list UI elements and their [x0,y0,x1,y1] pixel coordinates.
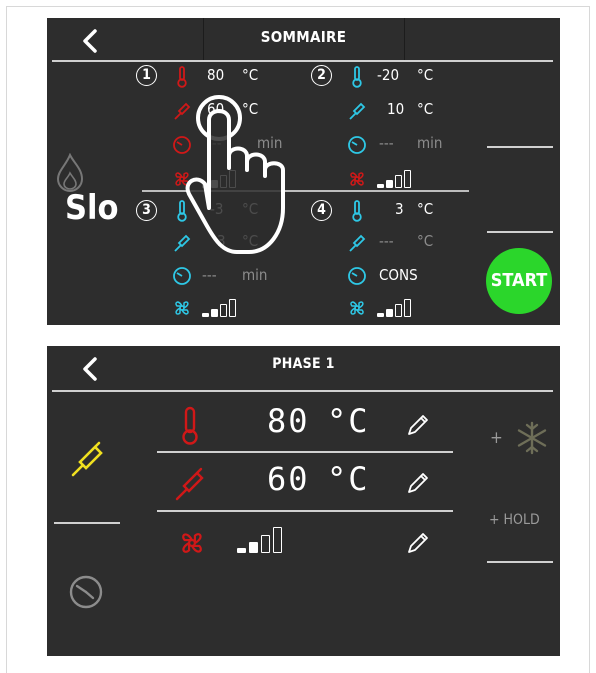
probe-unit: °C [327,460,370,498]
snowflake-icon [517,421,547,455]
right-rule [487,146,553,148]
fan-icon [350,172,364,186]
fan-speed-bars [202,299,236,317]
core-probe-icon[interactable] [67,439,109,481]
zone-time-unit: min [242,266,268,284]
edit-pencil-icon[interactable] [405,412,431,438]
mode-label: Slo [65,188,119,228]
zone-temp-unit: °C [417,66,434,84]
thermometer-icon [177,66,187,88]
back-arrow-icon[interactable] [77,26,103,56]
zone-temp-value: -20 [377,66,400,84]
fan-icon [182,533,202,553]
right-rule [487,561,553,563]
zone-temp-value: 3 [395,200,404,218]
edit-pencil-icon[interactable] [405,470,431,496]
fan-icon [175,301,189,315]
zone-time-value: --- [379,134,394,152]
left-rule [54,522,120,524]
frame-border-right [589,6,590,673]
core-probe-icon [349,102,366,120]
page-title: SOMMAIRE [260,28,347,46]
timer-icon[interactable] [67,573,105,611]
frame-border-left [6,6,7,673]
header-rule [52,390,553,392]
temperature-unit: °C [327,402,370,440]
header-divider [404,18,405,60]
freeze-option-label: + [490,428,503,448]
page-title: PHASE 1 [272,356,335,372]
start-button[interactable]: START [486,248,552,314]
row-rule [157,451,453,453]
zone-temp-value: 80 [207,66,225,84]
hold-option[interactable]: + HOLD [489,512,540,528]
temperature-value: 80 [267,402,310,440]
phase-screen: PHASE 1 80 °C 60 °C + + HOLD [47,346,560,656]
zone-probe-unit: °C [417,232,434,250]
core-probe-icon [349,234,366,252]
fan-speed-bars [377,299,411,317]
back-arrow-icon[interactable] [77,354,103,384]
zone-probe-value: 10 [387,100,405,118]
zone-number: 2 [311,65,332,86]
frame-border-top [6,6,590,7]
timer-icon [348,136,366,154]
zone-probe-unit: °C [417,100,434,118]
zone-time-unit: min [417,134,443,152]
zone-time-value: --- [202,266,217,284]
summary-screen: SOMMAIRE Slo 1 80 °C 60 °C --- min [47,18,560,325]
timer-icon [173,267,191,285]
row-rule [157,510,453,512]
thermometer-icon [352,66,362,88]
fan-speed-bars [237,527,282,553]
thermometer-icon [352,200,362,222]
fan-icon [350,301,364,315]
core-probe-icon [175,467,204,501]
fan-speed-bars [377,170,411,188]
edit-pencil-icon[interactable] [405,530,431,556]
zone-number: 4 [311,200,332,221]
zone-probe-value: --- [379,232,394,250]
header-rule [52,60,553,62]
zone-temp-unit: °C [242,66,259,84]
flame-icon [56,153,84,193]
thermometer-icon [182,406,198,445]
zone-number: 1 [136,65,157,86]
zone-temp-unit: °C [417,200,434,218]
timer-icon [348,267,366,285]
tap-hand-icon [185,95,285,254]
zone-number: 3 [136,200,157,221]
zone-time-value: CONS [379,266,418,284]
right-rule [487,231,553,233]
probe-value: 60 [267,460,310,498]
